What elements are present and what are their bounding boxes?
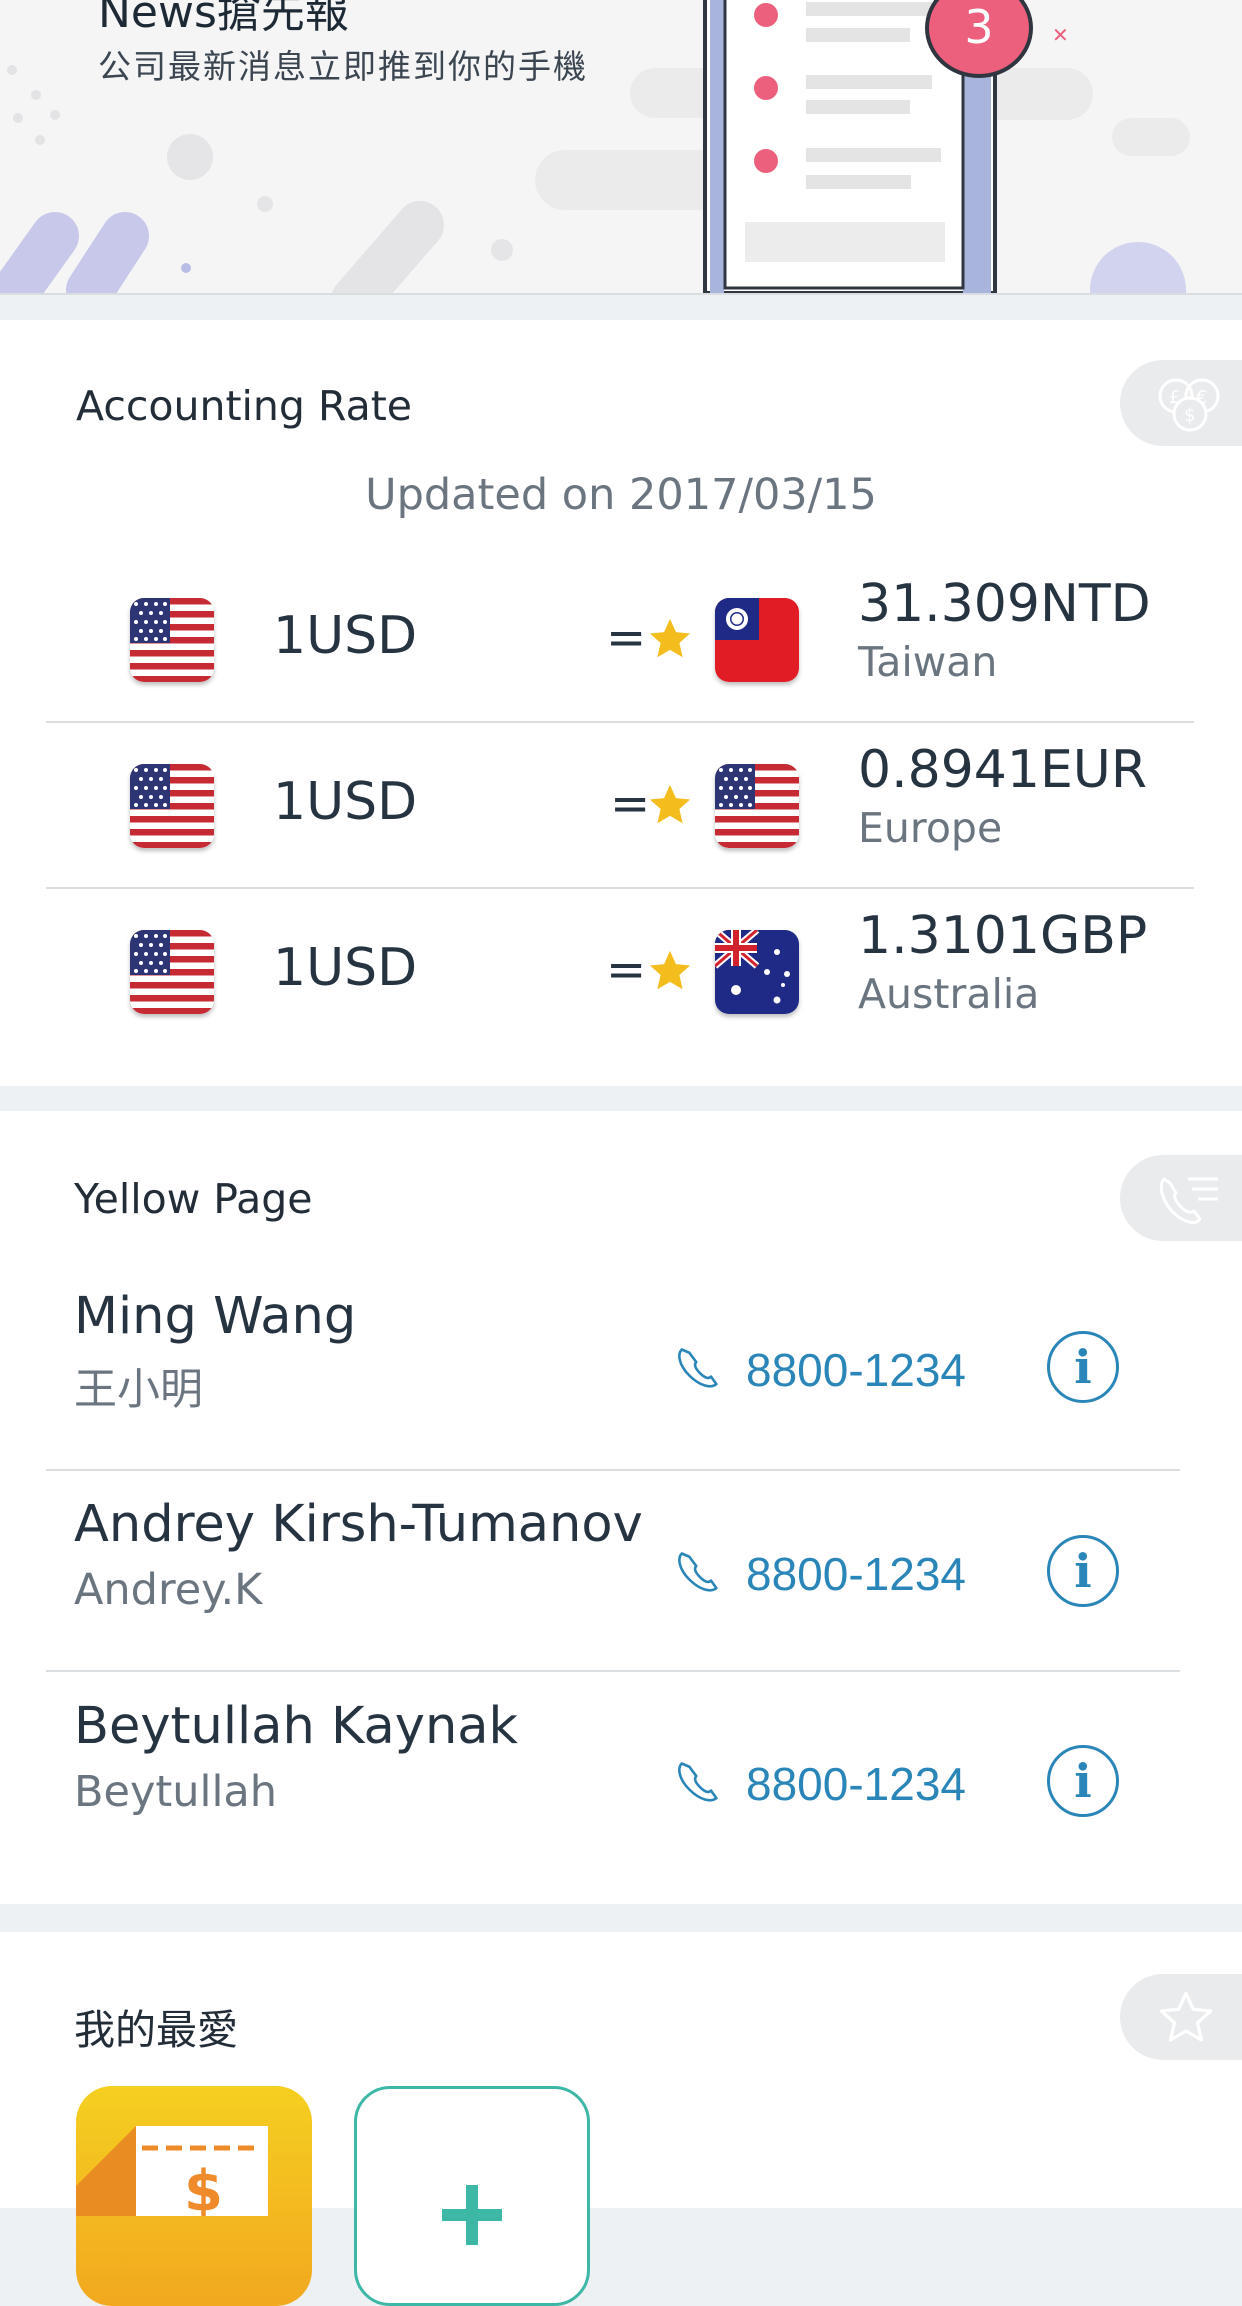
svg-text:$: $ [184, 2159, 223, 2216]
favorites-card: 我的最愛 $ [0, 1932, 1242, 2306]
coupon-dollar-icon: $ [76, 2126, 268, 2216]
taiwan-flag-icon [715, 598, 799, 682]
yellow-page-card: Yellow Page Ming Wang 王小明 8800-1234 i An… [0, 1111, 1242, 1904]
contact-row[interactable]: Andrey Kirsh-Tumanov Andrey.K 8800-1234 … [0, 1491, 1242, 1681]
rate-region: Australia [858, 970, 1040, 1018]
divider [46, 1469, 1180, 1471]
us-flag-icon [130, 764, 214, 848]
add-plus-icon [442, 2185, 502, 2245]
favorite-star-icon[interactable] [647, 616, 693, 662]
currency-button[interactable]: £ € $ [1120, 360, 1242, 446]
phone-icon[interactable] [672, 1757, 724, 1809]
favorites-button[interactable] [1120, 1974, 1242, 2060]
contact-alias: 王小明 [74, 1365, 203, 1415]
favorite-star-icon[interactable] [647, 782, 693, 828]
divider [46, 721, 1194, 723]
notification-badge-count: 3 [964, 0, 994, 54]
updated-date: Updated on 2017/03/15 [365, 470, 877, 520]
rate-value: 0.8941EUR [858, 740, 1147, 800]
rate-amount: 1USD [273, 772, 418, 832]
phone-icon[interactable] [672, 1343, 724, 1395]
contact-alias: Beytullah [74, 1767, 278, 1817]
currency-coins-icon: £ € $ [1158, 378, 1220, 432]
rate-row[interactable]: 1USD = 0.8941EUR Europe [0, 724, 1242, 890]
accounting-rate-card: Accounting Rate £ € $ Updated on 2017/03… [0, 320, 1242, 1086]
phone-icon[interactable] [672, 1547, 724, 1599]
info-button[interactable]: i [1047, 1535, 1119, 1607]
contact-row[interactable]: Ming Wang 王小明 8800-1234 i [0, 1281, 1242, 1471]
favorite-star-icon[interactable] [647, 948, 693, 994]
news-banner[interactable]: ✕ 3 News搶先報 公司最新消息立即推到你的手機 [0, 0, 1242, 295]
rate-row[interactable]: 1USD = 31.309NTD Taiwan [0, 558, 1242, 724]
svg-text:€: € [1196, 387, 1207, 408]
rate-row[interactable]: 1USD = 1.3101GBP Australia [0, 890, 1242, 1056]
contact-name: Andrey Kirsh-Tumanov [74, 1495, 643, 1554]
contact-name: Ming Wang [74, 1287, 357, 1346]
divider [46, 1670, 1180, 1672]
banner-subtitle: 公司最新消息立即推到你的手機 [98, 47, 588, 86]
add-favorite-tile[interactable] [354, 2086, 590, 2306]
phone-list-button[interactable] [1120, 1155, 1242, 1241]
us-flag-icon [715, 764, 799, 848]
us-flag-icon [130, 598, 214, 682]
info-button[interactable]: i [1047, 1745, 1119, 1817]
us-flag-icon [130, 930, 214, 1014]
favorites-title: 我的最愛 [74, 2006, 238, 2054]
rate-value: 31.309NTD [858, 574, 1151, 634]
coupon-tile[interactable]: $ [76, 2086, 312, 2306]
equals-sign: = [610, 776, 651, 832]
equals-sign: = [606, 942, 647, 998]
contact-alias: Andrey.K [74, 1565, 263, 1615]
phone-number[interactable]: 8800-1234 [746, 1757, 966, 1811]
rate-amount: 1USD [273, 938, 418, 998]
phone-number[interactable]: 8800-1234 [746, 1547, 966, 1601]
equals-sign: = [606, 610, 647, 666]
banner-title: News搶先報 [98, 0, 349, 38]
contact-name: Beytullah Kaynak [74, 1697, 519, 1756]
divider [46, 887, 1194, 889]
rate-region: Taiwan [858, 638, 998, 686]
yellow-page-title: Yellow Page [74, 1175, 313, 1223]
star-outline-icon [1159, 1991, 1213, 2042]
rate-region: Europe [858, 804, 1003, 852]
australia-flag-icon [715, 930, 799, 1014]
phone-number[interactable]: 8800-1234 [746, 1343, 966, 1397]
accounting-rate-title: Accounting Rate [76, 382, 412, 430]
svg-text:£: £ [1169, 387, 1180, 408]
phone-list-icon [1159, 1177, 1218, 1224]
info-button[interactable]: i [1047, 1331, 1119, 1403]
contact-row[interactable]: Beytullah Kaynak Beytullah 8800-1234 i [0, 1693, 1242, 1883]
svg-text:✕: ✕ [1052, 23, 1069, 47]
svg-text:$: $ [1184, 405, 1195, 426]
rate-value: 1.3101GBP [858, 906, 1148, 966]
rate-amount: 1USD [273, 606, 418, 666]
